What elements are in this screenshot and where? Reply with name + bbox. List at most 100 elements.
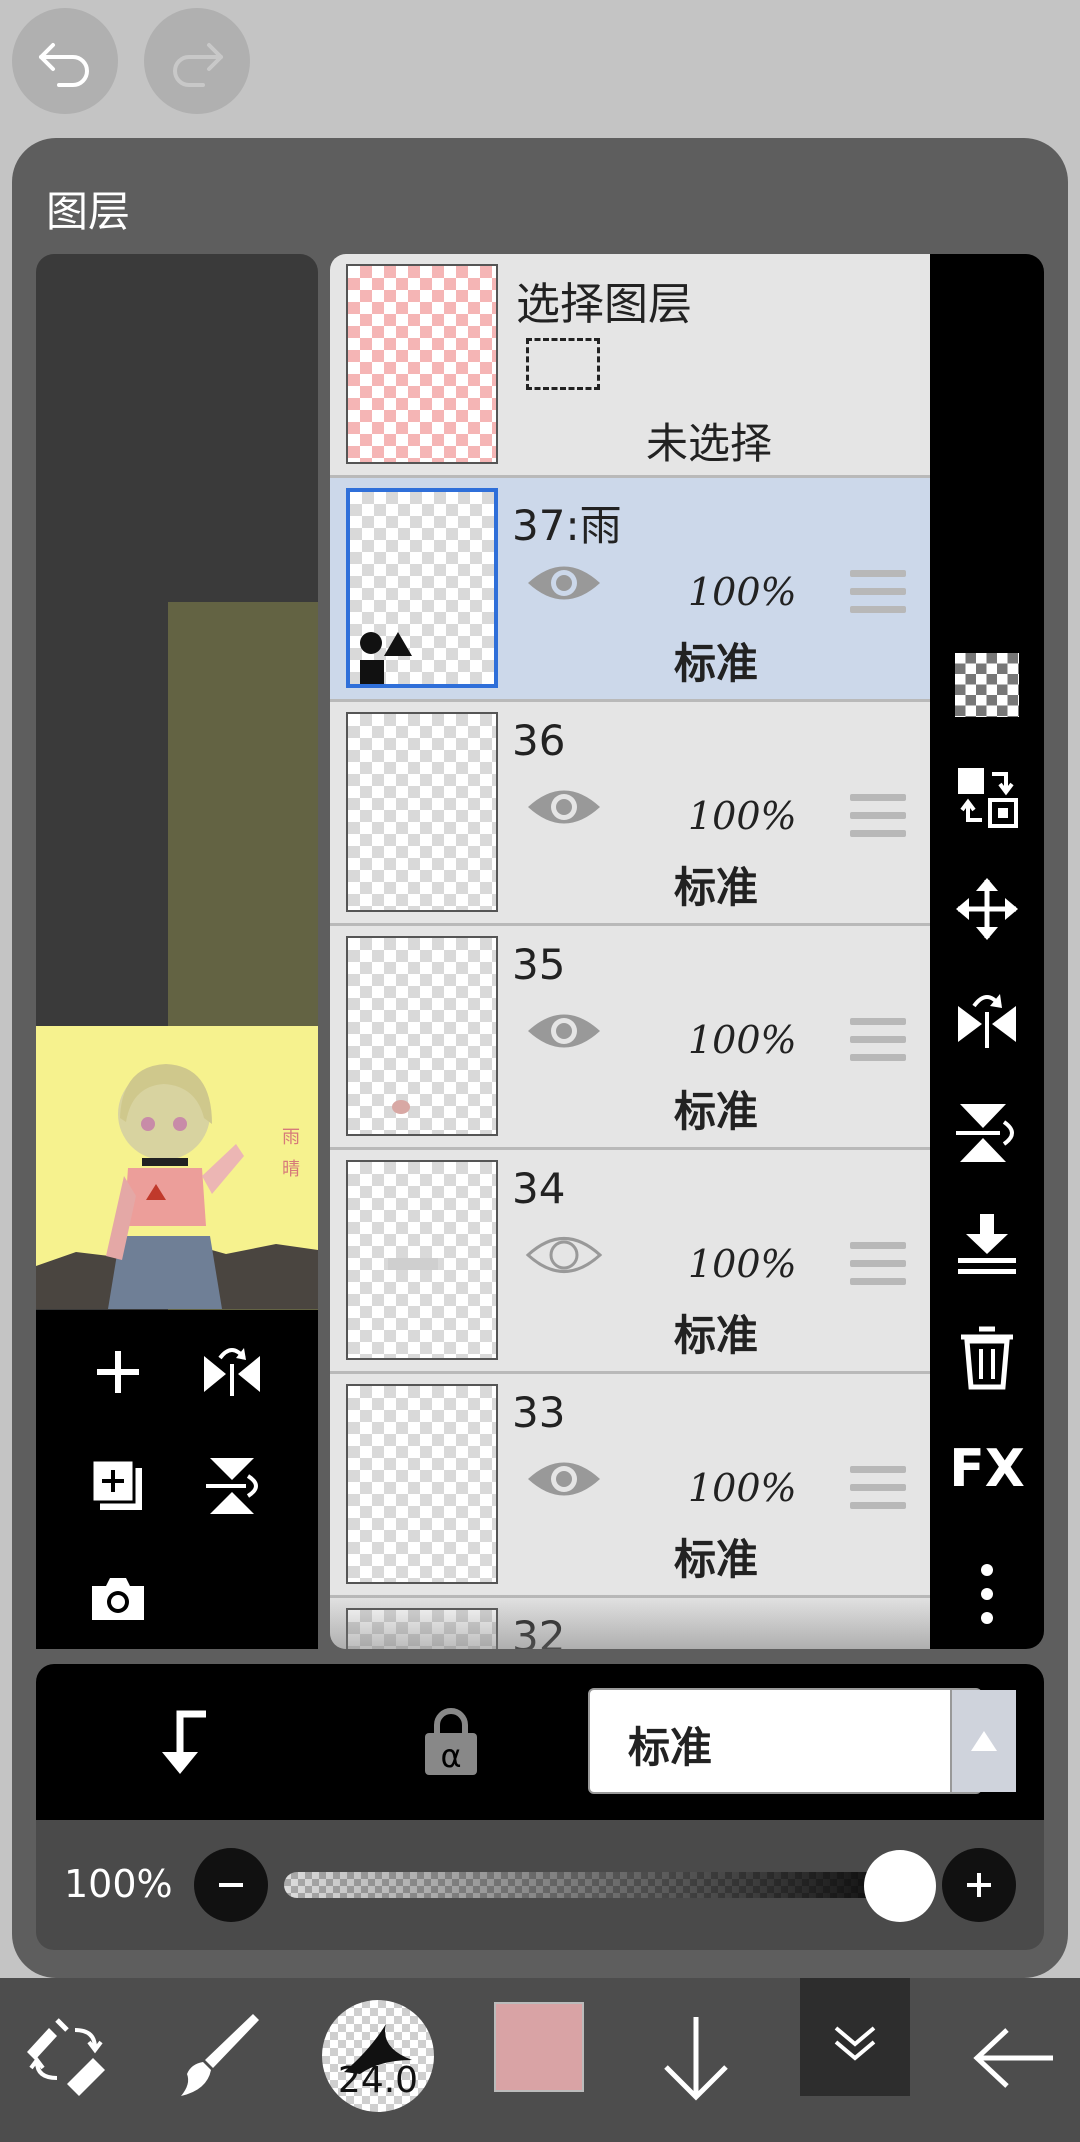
selection-marquee-icon [526, 338, 600, 390]
scroll-fade [330, 1594, 930, 1649]
swap-layer-button[interactable] [952, 762, 1022, 832]
undo-icon [39, 43, 89, 87]
opacity-increase-button[interactable] [942, 1848, 1016, 1922]
layer-row[interactable]: 35 100% 标准 [330, 926, 930, 1150]
more-options-button[interactable] [952, 1554, 1022, 1634]
more-vertical-icon [981, 1564, 993, 1624]
brush-size-value: 24.0 [337, 2060, 419, 2101]
checkerboard-icon [955, 653, 1019, 717]
selection-layer-row[interactable]: 选择图层 未选择 [330, 254, 930, 478]
eye-icon[interactable] [524, 558, 604, 608]
layer-name: 34 [512, 1164, 566, 1213]
opacity-slider-track[interactable] [284, 1872, 934, 1898]
eye-icon[interactable] [524, 782, 604, 832]
layer-thumbnail [346, 936, 498, 1136]
swap-icon [958, 768, 1018, 828]
layer-opacity: 100% [688, 794, 797, 838]
collapse-panel-button[interactable] [800, 1978, 910, 2096]
opacity-decrease-button[interactable] [194, 1848, 268, 1922]
selection-layer-title: 选择图层 [516, 279, 692, 330]
drag-handle-icon[interactable] [850, 570, 906, 624]
flip-horizontal-icon [204, 1348, 260, 1396]
flip-canvas-horizontal-button[interactable] [192, 1332, 272, 1412]
layer-name: 33 [512, 1388, 566, 1437]
move-icon [956, 878, 1018, 940]
drag-handle-icon[interactable] [850, 1242, 906, 1296]
eye-icon[interactable] [524, 1454, 604, 1504]
add-layer-button[interactable] [78, 1332, 158, 1412]
layer-opacity: 100% [688, 1018, 797, 1062]
selection-status: 未选择 [646, 419, 773, 468]
layer-row[interactable]: 36 100% 标准 [330, 702, 930, 926]
layer-thumbnail [346, 712, 498, 912]
blend-mode-select[interactable]: 标准 [588, 1688, 1016, 1794]
plus-icon [967, 1873, 991, 1897]
blend-mode-dropdown-toggle[interactable] [950, 1690, 1016, 1792]
panel-title: 图层 [46, 187, 131, 236]
copy-layer-icon [90, 1458, 142, 1510]
brush-icon [181, 2014, 259, 2096]
tool-select-button[interactable] [16, 2000, 116, 2110]
layer-opacity: 100% [688, 570, 797, 614]
move-layer-button[interactable] [952, 874, 1022, 944]
flip-canvas-vertical-button[interactable] [192, 1446, 272, 1526]
layer-name: 35 [512, 940, 566, 989]
import-photo-button[interactable] [78, 1558, 158, 1638]
layer-blend-mode: 标准 [674, 1535, 759, 1584]
trash-icon [961, 1326, 1013, 1390]
drag-handle-icon[interactable] [850, 1018, 906, 1072]
eye-icon[interactable] [524, 1006, 604, 1056]
undo-button[interactable] [12, 8, 118, 114]
layer-down-button[interactable] [646, 2000, 746, 2116]
flip-layer-horizontal-button[interactable] [952, 986, 1022, 1056]
alpha-lock-button[interactable]: α [406, 1700, 496, 1784]
clipping-arrow-icon [162, 1710, 206, 1774]
layer-name: 37:雨 [512, 501, 622, 550]
opacity-control: 100% [36, 1820, 1044, 1950]
opacity-value: 100% [64, 1862, 173, 1906]
layer-row[interactable]: 34 100% 标准 [330, 1150, 930, 1374]
flip-layer-vertical-button[interactable] [952, 1098, 1022, 1168]
brush-eraser-swap-icon [27, 2018, 105, 2096]
alpha-lock-icon: α [425, 1708, 477, 1775]
opacity-slider-thumb[interactable] [864, 1850, 936, 1922]
layer-row[interactable]: 33 100% 标准 [330, 1374, 930, 1598]
redo-button[interactable] [144, 8, 250, 114]
flip-horizontal-icon [958, 994, 1016, 1048]
layer-blend-mode: 标准 [674, 863, 759, 912]
layer-tools-sidebar: FX [930, 254, 1044, 1649]
shapes-icon [360, 632, 412, 684]
delete-layer-button[interactable] [952, 1322, 1022, 1392]
brush-tool-button[interactable] [166, 2000, 266, 2110]
eye-hidden-icon[interactable] [524, 1230, 604, 1280]
layer-blend-mode: 标准 [674, 1087, 759, 1136]
duplicate-layer-button[interactable] [78, 1446, 158, 1526]
layer-list[interactable]: 选择图层 未选择 37:雨 100% 标准 36 100% 标准 35 100%… [330, 254, 930, 1649]
transparency-button[interactable] [952, 650, 1022, 720]
flip-vertical-icon [206, 1458, 258, 1514]
merge-down-icon [958, 1214, 1016, 1274]
bottom-toolbar: 24.0 [0, 1978, 1080, 2142]
arrow-left-icon [973, 2028, 1053, 2088]
merge-down-button[interactable] [952, 1210, 1022, 1280]
drag-handle-icon[interactable] [850, 794, 906, 848]
chevron-double-down-icon [834, 2026, 876, 2061]
blend-mode-value: 标准 [628, 1723, 713, 1772]
layer-tools-box [36, 1310, 318, 1649]
fx-label: FX [949, 1439, 1025, 1499]
color-swatch[interactable] [494, 2002, 584, 2092]
layer-row[interactable]: 37:雨 100% 标准 [330, 478, 930, 702]
clipping-button[interactable] [136, 1700, 226, 1784]
effects-button[interactable]: FX [940, 1434, 1034, 1504]
brush-size-button[interactable]: 24.0 [322, 2000, 434, 2112]
arrow-down-icon [664, 2017, 728, 2101]
layer-opacity: 100% [688, 1242, 797, 1286]
plus-icon [97, 1351, 139, 1393]
flip-vertical-icon [956, 1104, 1014, 1162]
artwork-caption: 雨晴 [282, 1127, 300, 1180]
layer-name: 36 [512, 716, 566, 765]
selection-layer-thumbnail [346, 264, 498, 464]
layer-blend-mode: 标准 [674, 639, 759, 688]
drag-handle-icon[interactable] [850, 1466, 906, 1520]
back-button[interactable] [964, 2000, 1064, 2116]
